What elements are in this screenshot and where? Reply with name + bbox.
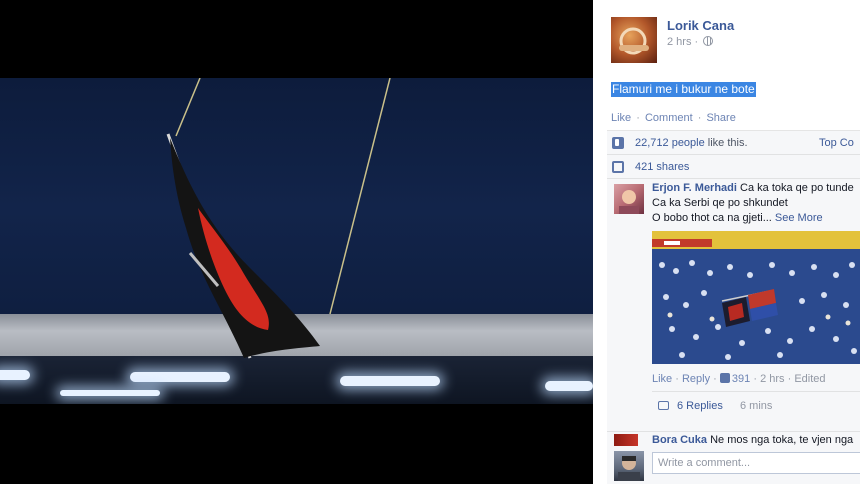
- separator: ·: [636, 112, 640, 124]
- shares-row: 421 shares: [607, 155, 860, 179]
- commenter-name[interactable]: Bora Cuka: [652, 434, 707, 446]
- facebook-post-panel: Lorik Cana 2 hrs · Flamuri me i bukur ne…: [593, 0, 860, 484]
- post-time-text: 2 hrs: [667, 36, 692, 48]
- shares-link[interactable]: 421 shares: [635, 155, 689, 179]
- comment-body: Bora Cuka Ne mos nga toka, te vjen nga: [652, 434, 853, 446]
- comment-like-link[interactable]: Like: [652, 373, 672, 385]
- current-user-avatar: [614, 451, 644, 481]
- photo-viewer: [0, 0, 593, 484]
- drone-flag-graphic: [166, 78, 391, 359]
- comment-photo[interactable]: [652, 231, 860, 364]
- comment-edited[interactable]: Edited: [794, 373, 825, 385]
- comment-text: Ne mos nga toka, te vjen nga: [710, 434, 854, 446]
- commenter-avatar[interactable]: [614, 184, 644, 214]
- comment-text-line: Ca ka Serbi qe po shkundet: [652, 197, 788, 209]
- like-count-link[interactable]: 22,712 people: [635, 137, 705, 149]
- feedback-section: 22,712 people like this. Top Co 421 shar…: [607, 130, 860, 484]
- replies-row[interactable]: 6 Replies 6 mins: [652, 391, 860, 419]
- replies-time: 6 mins: [740, 400, 773, 412]
- comment: Bora Cuka Ne mos nga toka, te vjen nga: [607, 431, 860, 447]
- likes-row: 22,712 people like this. Top Co: [607, 131, 860, 155]
- like-thumb-icon: [612, 137, 624, 149]
- author-avatar[interactable]: [611, 17, 657, 63]
- separator: ·: [675, 373, 682, 385]
- author-name[interactable]: Lorik Cana: [667, 18, 734, 33]
- like-thumb-icon: [719, 373, 730, 383]
- replies-link[interactable]: 6 Replies: [677, 392, 723, 420]
- post-timestamp[interactable]: 2 hrs ·: [667, 36, 714, 48]
- separator: ·: [713, 373, 720, 385]
- post-actions: Like · Comment · Share: [611, 112, 736, 124]
- post-text: Flamuri me i bukur ne bote: [611, 82, 756, 97]
- post-header: Lorik Cana 2 hrs ·: [611, 17, 860, 65]
- separator: ·: [697, 112, 702, 124]
- like-tail-text: like this.: [707, 137, 748, 149]
- comment-link[interactable]: Comment: [645, 112, 693, 124]
- see-more-link[interactable]: See More: [775, 212, 823, 224]
- likes-summary: 22,712 people like this.: [635, 131, 748, 155]
- comment-time[interactable]: 2 hrs: [760, 373, 784, 385]
- like-link[interactable]: Like: [611, 112, 631, 124]
- comment-body: Erjon F. Merhadi Ca ka toka qe po tunde …: [652, 181, 860, 226]
- commenter-name[interactable]: Erjon F. Merhadi: [652, 182, 737, 194]
- commenter-avatar[interactable]: [614, 434, 638, 446]
- comment-composer: [607, 449, 860, 484]
- comment-like-count[interactable]: 391: [732, 373, 750, 385]
- share-link[interactable]: Share: [706, 112, 735, 124]
- comment-meta: Like · Reply · 391 · 2 hrs · Edited: [652, 373, 826, 385]
- share-icon: [612, 161, 624, 173]
- top-comments-link[interactable]: Top Co: [819, 131, 854, 155]
- comment-text-line: O bobo thot ca na gjeti...: [652, 212, 772, 224]
- globe-icon: [703, 36, 714, 46]
- post-photo[interactable]: [0, 78, 593, 404]
- reply-icon: [658, 401, 669, 410]
- comment-reply-link[interactable]: Reply: [682, 373, 710, 385]
- comment-input[interactable]: [652, 452, 860, 474]
- comment-text-line: Ca ka toka qe po tunde: [740, 182, 854, 194]
